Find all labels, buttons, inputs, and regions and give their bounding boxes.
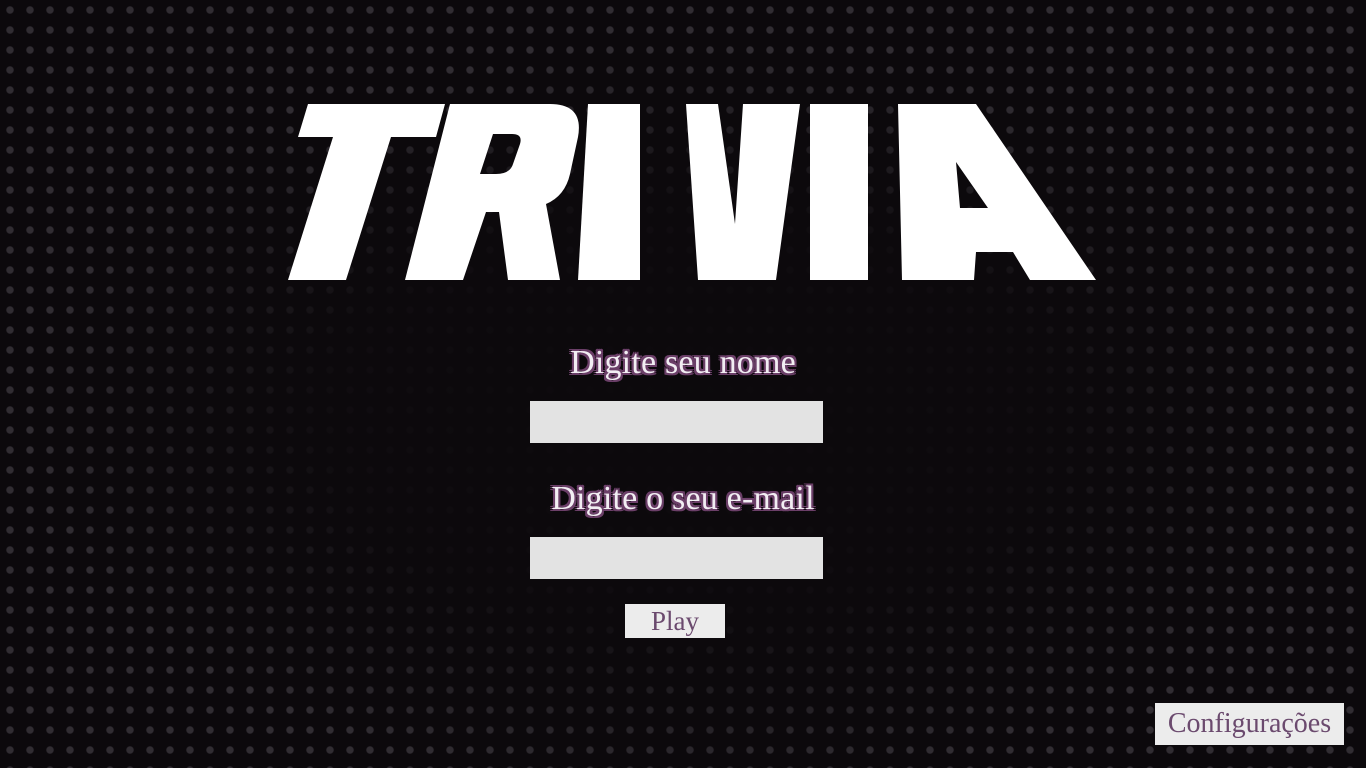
play-button[interactable]: Play bbox=[625, 604, 725, 638]
name-label: Digite seu nome bbox=[570, 344, 796, 381]
trivia-logo bbox=[288, 104, 1096, 280]
email-label: Digite o seu e-mail bbox=[551, 480, 815, 517]
email-input[interactable] bbox=[530, 537, 823, 579]
name-input[interactable] bbox=[530, 401, 823, 443]
settings-button[interactable]: Configurações bbox=[1155, 703, 1344, 745]
